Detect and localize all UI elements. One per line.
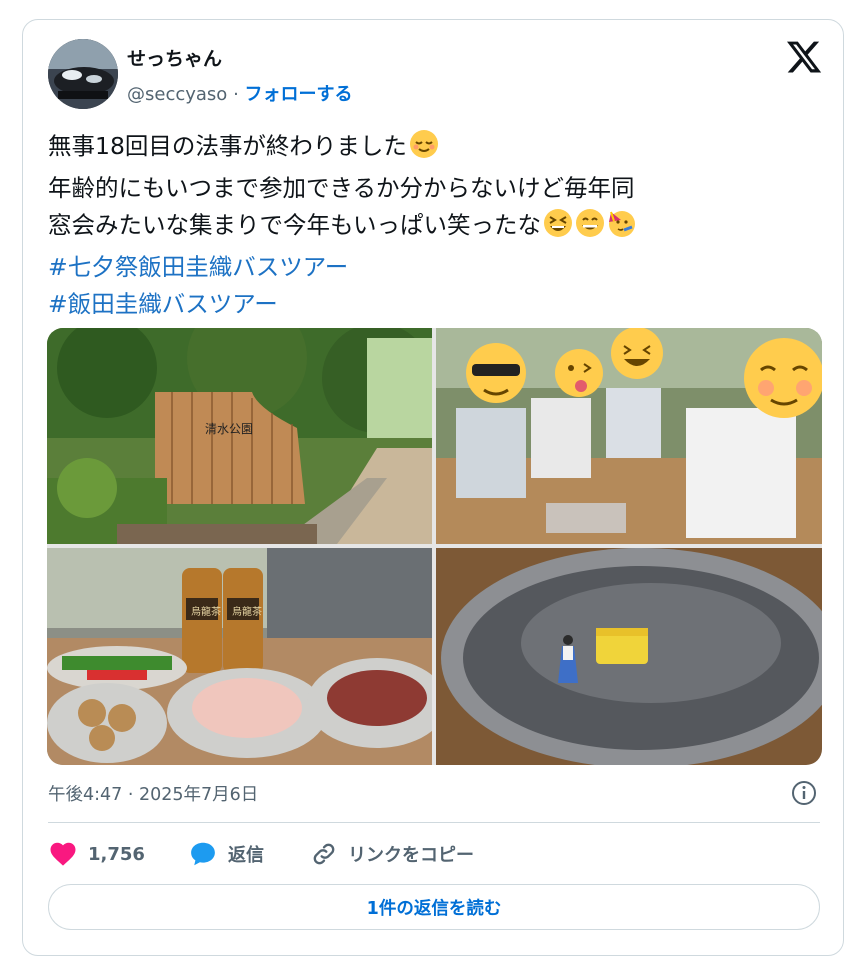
tweet-timestamp[interactable]: 午後4:47 · 2025年7月6日 [48, 781, 258, 806]
reply-bubble-icon [191, 842, 215, 866]
read-replies-button[interactable]: 1件の返信を読む [48, 884, 820, 930]
bottle-label-right: 烏龍茶 [232, 605, 262, 618]
author-display-name[interactable]: せっちゃん [127, 44, 222, 71]
reply-button[interactable]: 返信 [188, 836, 264, 872]
tweet-line-3-text: 窓会みたいな集まりで今年もいっぱい笑ったな [48, 211, 542, 239]
like-button[interactable]: 1,756 [48, 836, 145, 872]
photo-metal-plate[interactable] [436, 548, 822, 765]
link-icon [313, 843, 335, 865]
relieved-face-emoji-icon [409, 129, 439, 170]
handle-separator: · [233, 84, 239, 105]
tweet-line-1-text: 無事18回目の法事が終わりました [48, 132, 407, 160]
x-logo-icon[interactable] [785, 38, 823, 76]
beaming-face-emoji-icon [575, 208, 605, 249]
tweet-text: 無事18回目の法事が終わりました 年齢的にもいつまで参加できるか分からないけど毎… [48, 128, 818, 323]
grinning-squinting-face-emoji-icon [543, 208, 573, 249]
copy-link-label: リンクをコピー [348, 845, 474, 866]
divider [48, 822, 820, 823]
author-avatar[interactable] [48, 39, 118, 109]
hashtag-link-2[interactable]: #飯田圭織バスツアー [48, 286, 818, 323]
copy-link-button[interactable]: リンクをコピー [310, 836, 474, 872]
author-handle[interactable]: @seccyaso [127, 84, 227, 105]
bottle-label-left: 烏龍茶 [191, 605, 221, 618]
park-sign-text: 清水公園 [205, 422, 253, 436]
photo-grid: 清水公園 烏龍茶 烏龍茶 [47, 328, 822, 765]
hashtag-link-1[interactable]: #七夕祭飯田圭織バスツアー [48, 249, 818, 286]
follow-button[interactable]: フォローする [245, 84, 353, 105]
info-icon[interactable] [790, 779, 818, 807]
reply-label: 返信 [228, 845, 264, 866]
tweet-line-2: 年齢的にもいつまで参加できるか分からないけど毎年同 [48, 174, 635, 202]
tweet-line-1: 無事18回目の法事が終わりました [48, 128, 818, 170]
photo-bbq-food[interactable]: 烏龍茶 烏龍茶 [47, 548, 432, 765]
photo-park-sign[interactable]: 清水公園 [47, 328, 432, 544]
heart-icon [50, 842, 76, 866]
tweet-line-3: 窓会みたいな集まりで今年もいっぱい笑ったな [48, 207, 818, 249]
like-count: 1,756 [88, 843, 145, 865]
photo-group-cheers[interactable] [436, 328, 822, 544]
author-handle-row: @seccyaso · フォローする [127, 80, 353, 106]
partying-face-emoji-icon [607, 208, 637, 249]
